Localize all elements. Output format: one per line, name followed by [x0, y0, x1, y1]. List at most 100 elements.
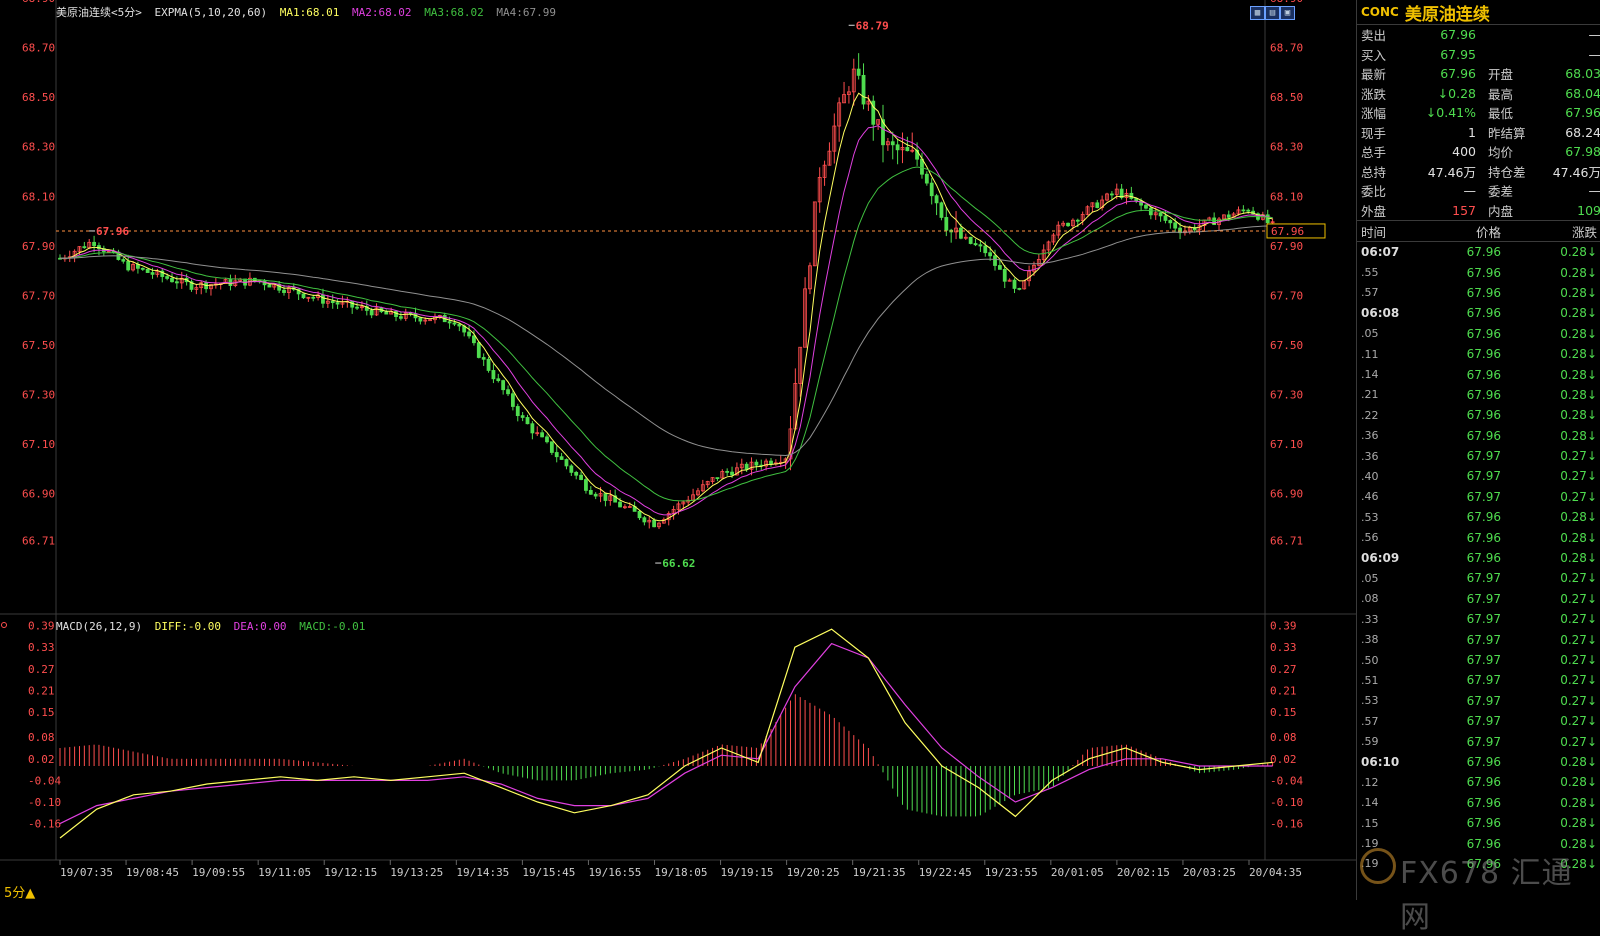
candle-body — [715, 477, 720, 479]
layout-grid-icon[interactable]: ▦ — [1250, 6, 1265, 20]
tick-row[interactable]: .33 67.97 0.27↓ — [1357, 609, 1600, 629]
tick-row[interactable]: .59 67.97 0.27↓ — [1357, 731, 1600, 751]
candle-body — [959, 227, 963, 239]
tick-row[interactable]: .55 67.96 0.28↓ — [1357, 262, 1600, 282]
tick-change: 0.28↓ — [1560, 551, 1597, 566]
tick-row[interactable]: 06:09 67.96 0.28↓ — [1357, 548, 1600, 568]
candle-body — [384, 311, 389, 315]
kline-chart-area[interactable]: 68.90 68.90 68.70 68.70 68.50 68.50 68.30 68.30… — [0, 0, 1356, 901]
tick-row[interactable]: .40 67.97 0.27↓ — [1357, 466, 1600, 486]
tick-price: 67.96 — [1466, 816, 1501, 831]
quote-table: 卖出 67.96 — 买入 67.95 — 最新 67.96 开盘 68.03 涨跌 ↓0.28 最高 6… — [1357, 25, 1600, 220]
tick-row[interactable]: .15 67.96 0.28↓ — [1357, 813, 1600, 833]
window-icon[interactable]: ▣ — [1280, 6, 1295, 20]
candle-body — [140, 267, 145, 270]
tick-row[interactable]: .57 67.96 0.28↓ — [1357, 283, 1600, 303]
tick-row[interactable]: .08 67.97 0.27↓ — [1357, 589, 1600, 609]
tick-row[interactable]: .05 67.96 0.28↓ — [1357, 324, 1600, 344]
quote-value: 68.04 — [1565, 85, 1600, 101]
tick-row[interactable]: .36 67.97 0.27↓ — [1357, 446, 1600, 466]
tick-price: 67.96 — [1466, 387, 1501, 402]
candle-body — [554, 452, 559, 458]
candle-body — [150, 272, 155, 275]
candle-body — [1226, 214, 1231, 218]
tick-row[interactable]: .36 67.96 0.28↓ — [1357, 426, 1600, 446]
tick-row[interactable]: .38 67.97 0.27↓ — [1357, 629, 1600, 649]
quote-label: 昨结算 — [1488, 125, 1526, 141]
tick-row[interactable]: .21 67.96 0.28↓ — [1357, 385, 1600, 405]
macd-header: MACD(26,12,9) DIFF:-0.00 DEA:0.00 MACD:-… — [56, 620, 371, 634]
indicator-label[interactable]: EXPMA(5,10,20,60) — [155, 6, 268, 19]
tick-row[interactable]: 06:10 67.96 0.28↓ — [1357, 752, 1600, 772]
tick-row[interactable]: .12 67.96 0.28↓ — [1357, 772, 1600, 792]
tick-time: .53 — [1361, 694, 1379, 708]
tick-row[interactable]: .14 67.96 0.28↓ — [1357, 364, 1600, 384]
chart-mode-icon[interactable]: ▤ — [1265, 6, 1280, 20]
candle-body — [506, 389, 510, 395]
macd-y-tick-right: 0.21 — [1270, 684, 1297, 697]
tick-time: .36 — [1361, 449, 1379, 463]
macd-diff-line — [59, 628, 1273, 839]
tick-row[interactable]: .57 67.97 0.27↓ — [1357, 711, 1600, 731]
candle-body — [530, 423, 535, 434]
tick-change: 0.27↓ — [1560, 673, 1597, 688]
tick-row[interactable]: .53 67.96 0.28↓ — [1357, 507, 1600, 527]
candle-body — [282, 289, 286, 293]
tick-row[interactable]: .56 67.96 0.28↓ — [1357, 527, 1600, 547]
tick-change: 0.27↓ — [1560, 591, 1597, 606]
macd-y-tick-left: 0.02 — [28, 753, 55, 766]
candle-body — [856, 68, 861, 76]
quote-value: 400 — [1452, 144, 1476, 160]
tick-price: 67.96 — [1466, 754, 1501, 769]
macd-y-tick-left: -0.10 — [28, 796, 61, 809]
tick-time: .05 — [1361, 327, 1379, 341]
period-switch-button[interactable]: 5分▲ — [4, 882, 35, 901]
macd-label[interactable]: MACD(26,12,9) — [56, 620, 142, 633]
quote-value: 109 — [1577, 202, 1600, 218]
candle-body — [744, 463, 749, 470]
tick-time: .15 — [1361, 816, 1379, 830]
candle-body — [588, 490, 593, 495]
tick-list[interactable]: 06:07 67.96 0.28↓ .55 67.96 0.28↓ .57 67.96 0.28… — [1357, 242, 1600, 874]
tick-row[interactable]: .46 67.97 0.27↓ — [1357, 487, 1600, 507]
quote-label: 总持 — [1361, 164, 1387, 180]
candle-body — [472, 335, 476, 344]
y-tick-label-right: 68.30 — [1270, 141, 1303, 154]
tick-row[interactable]: .50 67.97 0.27↓ — [1357, 650, 1600, 670]
tick-row[interactable]: .14 67.96 0.28↓ — [1357, 793, 1600, 813]
y-tick-label-right: 67.70 — [1270, 289, 1303, 302]
tick-row[interactable]: 06:08 67.96 0.28↓ — [1357, 303, 1600, 323]
tick-row[interactable]: .53 67.97 0.27↓ — [1357, 691, 1600, 711]
tick-time: .05 — [1361, 571, 1379, 585]
tick-change: 0.28↓ — [1560, 428, 1597, 443]
instrument-code: CONC — [1361, 5, 1399, 19]
candle-body — [330, 300, 335, 304]
candle-body — [983, 245, 988, 254]
x-tick-label: 20/01:05 — [1051, 866, 1104, 879]
tick-row[interactable]: .22 67.96 0.28↓ — [1357, 405, 1600, 425]
tick-row[interactable]: 06:07 67.96 0.28↓ — [1357, 242, 1600, 262]
ma3-line — [60, 166, 1273, 502]
chart-canvas[interactable]: 68.90 68.90 68.70 68.70 68.50 68.50 68.30 68.30… — [0, 0, 1356, 900]
quote-row: 总持 47.46万 持仓差 47.46万 — [1357, 162, 1600, 182]
candle-body — [486, 358, 491, 371]
tick-price: 67.96 — [1466, 285, 1501, 300]
candle-body — [993, 255, 997, 266]
candle-body — [1158, 212, 1163, 217]
candle-body — [540, 432, 545, 438]
tick-change: 0.28↓ — [1560, 387, 1597, 402]
tick-row[interactable]: .05 67.97 0.27↓ — [1357, 568, 1600, 588]
macd-y-tick-right: 0.27 — [1270, 663, 1297, 676]
y-tick-label-left: 67.70 — [22, 289, 55, 302]
tick-row[interactable]: .11 67.96 0.28↓ — [1357, 344, 1600, 364]
tick-change: 0.27↓ — [1560, 489, 1597, 504]
candle-body — [1017, 288, 1022, 290]
quote-value: 157 — [1452, 202, 1476, 218]
candle-body — [603, 493, 608, 501]
candle-body — [447, 321, 452, 324]
candle-body — [369, 310, 374, 316]
macd-y-tick-left: -0.16 — [28, 818, 61, 831]
tick-row[interactable]: .51 67.97 0.27↓ — [1357, 670, 1600, 690]
macd-y-tick-right: 0.08 — [1270, 731, 1297, 744]
ma2-line — [59, 125, 1273, 516]
